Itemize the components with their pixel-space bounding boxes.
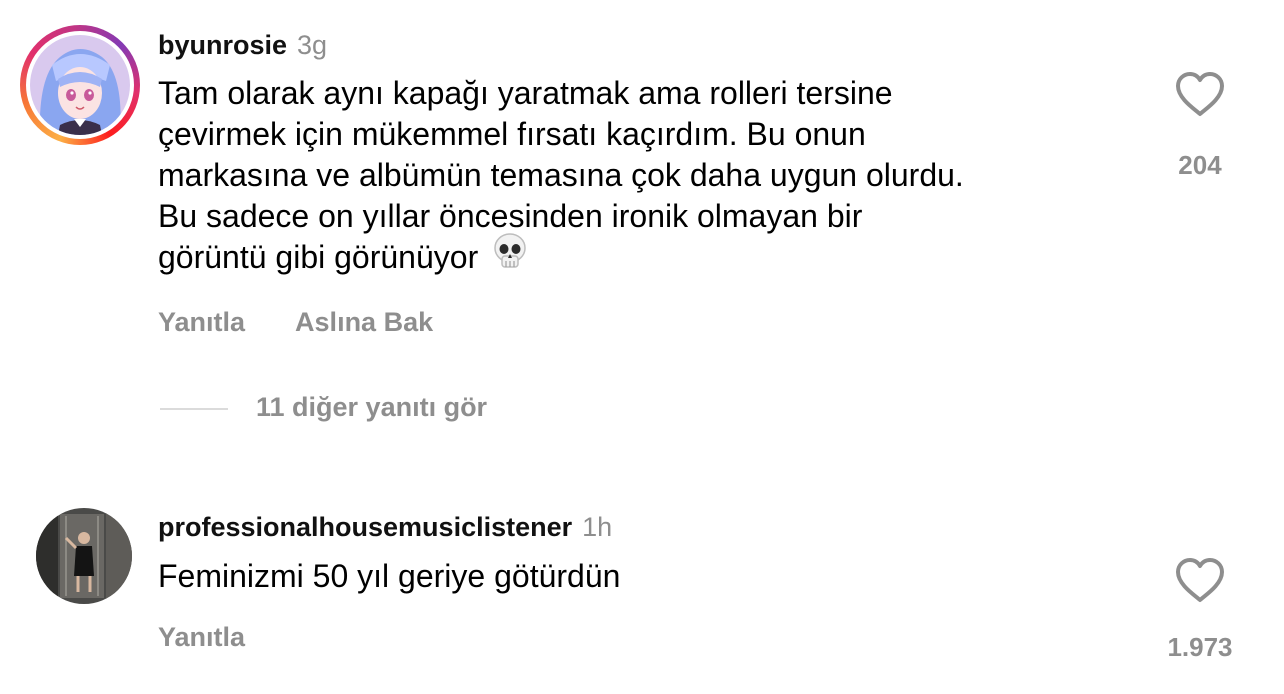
view-replies-button[interactable]: 11 diğer yanıtı gör [160,392,487,423]
comment-text-line: Feminizmi 50 yıl geriye götürdün [158,558,621,594]
comment-actions: Yanıtla Aslına Bak [158,307,433,338]
photo-avatar-image [36,508,132,604]
comment-item: professionalhousemusiclistener 1h Feminiz… [0,490,1284,694]
comment-text: Tam olarak aynı kapağı yaratmak ama roll… [158,73,964,281]
like-count: 1.973 [1167,632,1233,662]
comment-text-fragment: görüntü gibi görünüyor [158,239,479,275]
avatar[interactable] [36,508,132,604]
comment-item: byunrosie 3g Tam olarak aynı kapağı yarat… [0,0,1284,470]
view-replies-label: 11 diğer yanıtı gör [256,392,488,422]
reply-button[interactable]: Yanıtla [158,307,245,338]
comment-text-line: Tam olarak aynı kapağı yaratmak ama roll… [158,75,893,111]
avatar [30,35,130,135]
see-translation-button[interactable]: Aslına Bak [295,307,433,338]
username-text[interactable]: professionalhousemusiclistener [158,512,572,542]
like-count: 204 [1178,150,1222,180]
comment-text-line: çevirmek için mükemmel fırsatı kaçırdım.… [158,116,866,152]
anime-avatar-image [30,35,130,135]
comment-timestamp: 3g [297,30,328,60]
comment-timestamp: 1h [582,512,613,542]
comment-username[interactable]: professionalhousemusiclistener 1h [158,512,612,543]
replies-divider [160,407,228,410]
skull-emoji-icon [492,232,528,281]
reply-button[interactable]: Yanıtla [158,622,245,653]
heart-icon[interactable] [1174,556,1226,604]
avatar-story-ring[interactable] [20,25,140,145]
comment-text-line: Bu sadece on yıllar öncesinden ironik ol… [158,198,863,234]
comment-text-line-last: görüntü gibi görünüyor [158,232,964,281]
heart-icon[interactable] [1174,70,1226,118]
comment-username[interactable]: byunrosie 3g [158,30,327,61]
username-text[interactable]: byunrosie [158,30,287,60]
comment-text: Feminizmi 50 yıl geriye götürdün [158,556,620,597]
comment-actions: Yanıtla [158,622,245,653]
comment-text-line: markasına ve albümün temasına çok daha u… [158,157,964,193]
